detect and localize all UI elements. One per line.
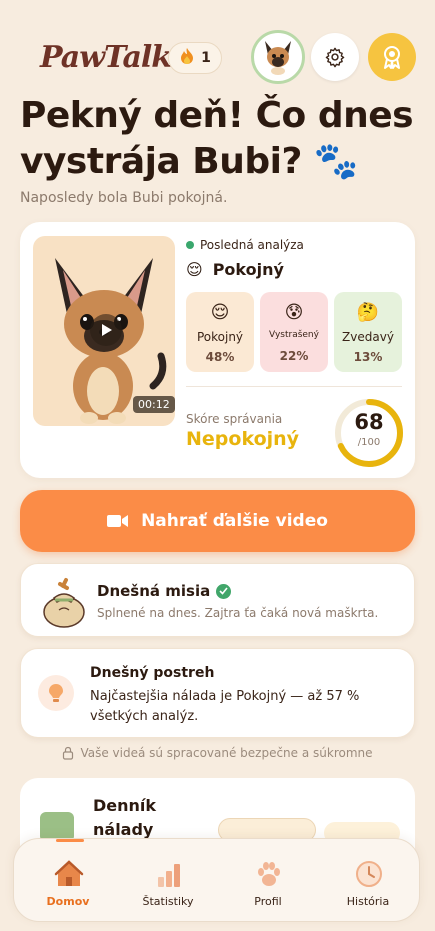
play-button[interactable]: [90, 314, 122, 346]
home-icon: [54, 860, 84, 886]
nav-history-label: História: [346, 895, 390, 908]
streak-count: 1: [201, 50, 211, 66]
score-max: /100: [357, 437, 381, 448]
streak-badge[interactable]: 1: [168, 42, 222, 74]
main-mood: 😌 Pokojný: [186, 260, 284, 279]
treat-bag-icon: [43, 578, 85, 628]
status-dot: [186, 241, 194, 249]
clock-icon: [356, 861, 382, 887]
nav-home[interactable]: Domov: [18, 839, 118, 923]
check-icon: [216, 583, 232, 599]
active-indicator: [56, 839, 84, 842]
calm-percent: 48%: [205, 350, 235, 364]
curious-percent: 13%: [353, 350, 383, 364]
daily-insight-card[interactable]: Dnešný postreh Najčastejšia nálada je Po…: [20, 648, 415, 738]
curious-label: Zvedavý: [342, 330, 394, 344]
play-icon: [102, 324, 112, 336]
privacy-text: Vaše videá sú spracované bezpečne a súkr…: [80, 746, 373, 760]
journal-title: Denník nálady: [93, 796, 157, 839]
lock-icon: [63, 746, 74, 760]
last-analysis-card[interactable]: 00:12 Posledná analýza 😌 Pokojný 😌 Pokoj…: [20, 222, 415, 478]
calm-label: Pokojný: [196, 330, 244, 344]
nav-history[interactable]: História: [318, 839, 418, 923]
mood-tile-curious[interactable]: 🤔 Zvedavý 13%: [334, 292, 402, 372]
calm-emoji: 😌: [210, 302, 230, 323]
nav-statistics-label: Štatistiky: [142, 895, 194, 908]
settings-button[interactable]: [311, 33, 359, 81]
mood-breakdown: 😌 Pokojný 48% 😰 Vystrašený 22% 🤔 Zvedavý…: [186, 292, 402, 372]
paw-icon: [258, 862, 280, 886]
gear-icon: [325, 47, 345, 68]
daily-mission-card[interactable]: Dnešná misia Splnené na dnes. Zajtra ťa …: [20, 563, 415, 637]
privacy-note: Vaše videá sú spracované bezpečne a súkr…: [0, 746, 435, 760]
mission-title-text: Dnešná misia: [97, 582, 211, 600]
page-subtitle: Naposledy bola Bubi pokojná.: [20, 190, 228, 206]
page-title: Pekný deň! Čo dnes vystrája Bubi? 🐾: [20, 95, 414, 182]
lightbulb-icon: [38, 675, 74, 711]
header: PawTalk 1: [0, 30, 435, 86]
upload-video-label: Nahrať ďalšie video: [141, 511, 328, 531]
nav-profile-label: Profil: [254, 895, 282, 908]
scared-emoji: 😰: [284, 302, 304, 323]
scared-label: Vystrašený: [269, 330, 319, 340]
mood-tile-calm[interactable]: 😌 Pokojný 48%: [186, 292, 254, 372]
nav-home-label: Domov: [46, 895, 90, 908]
achievements-button[interactable]: [368, 33, 416, 81]
chart-icon: [158, 864, 180, 887]
mood-tile-scared[interactable]: 😰 Vystrašený 22%: [260, 292, 328, 372]
video-duration: 00:12: [133, 396, 175, 413]
video-camera-icon: [107, 515, 129, 527]
bottom-navigation: Domov Štatistiky Profil História: [13, 838, 420, 922]
divider: [186, 386, 402, 387]
mission-title: Dnešná misia: [97, 582, 232, 600]
last-analysis-label: Posledná analýza: [186, 238, 304, 252]
insight-title: Dnešný postreh: [90, 665, 215, 681]
upload-video-button[interactable]: Nahrať ďalšie video: [20, 490, 415, 552]
score-value: Nepokojný: [186, 428, 300, 450]
mission-description: Splnené na dnes. Zajtra ťa čaká nová maš…: [97, 606, 379, 620]
video-thumbnail[interactable]: 00:12: [33, 236, 175, 426]
app-logo: PawTalk: [40, 40, 172, 75]
nav-statistics[interactable]: Štatistiky: [118, 839, 218, 923]
award-icon: [384, 46, 400, 69]
insight-description: Najčastejšia nálada je Pokojný — až 57 %…: [90, 689, 360, 724]
dog-avatar[interactable]: [251, 30, 305, 84]
scared-percent: 22%: [279, 349, 309, 363]
last-analysis-text: Posledná analýza: [200, 238, 304, 252]
mood-emoji: 😌: [186, 260, 203, 279]
score-number: 68: [354, 410, 384, 434]
dog-avatar-icon: [265, 41, 291, 75]
score-label: Skóre správania: [186, 412, 283, 426]
nav-profile[interactable]: Profil: [218, 839, 318, 923]
curious-emoji: 🤔: [356, 302, 380, 323]
fire-icon: [179, 47, 195, 69]
mood-label: Pokojný: [212, 260, 284, 279]
